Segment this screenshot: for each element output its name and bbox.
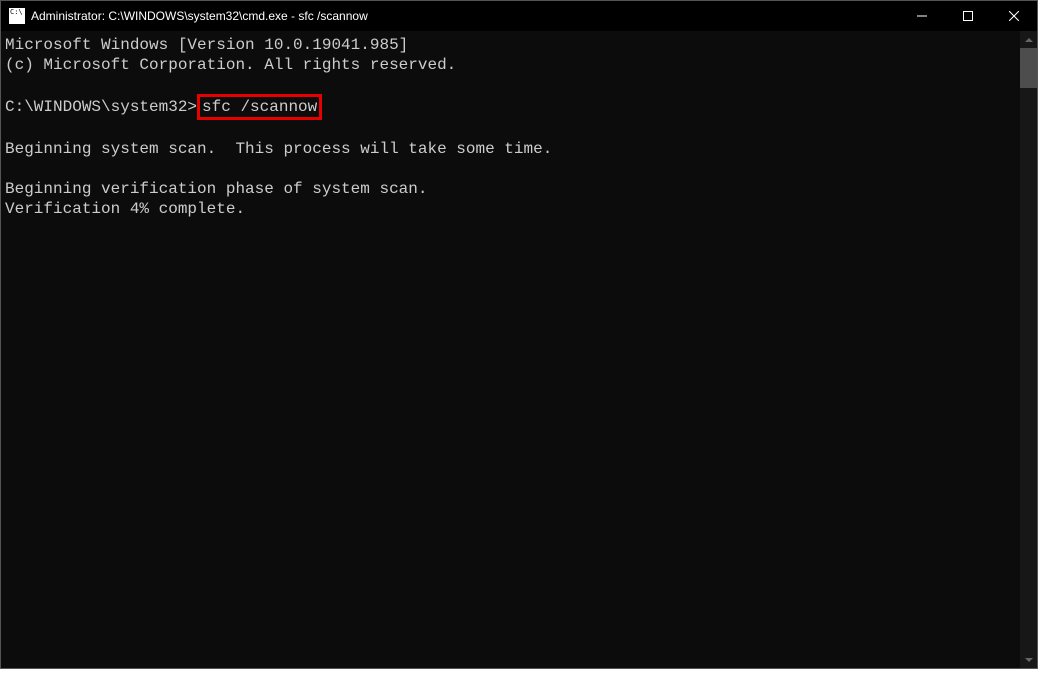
scroll-down-arrow-icon[interactable] — [1020, 651, 1037, 668]
blank-line — [5, 75, 1020, 95]
scan-begin-line: Beginning system scan. This process will… — [5, 139, 1020, 159]
scroll-up-arrow-icon[interactable] — [1020, 31, 1037, 48]
content-area: Microsoft Windows [Version 10.0.19041.98… — [1, 31, 1037, 668]
copyright-line: (c) Microsoft Corporation. All rights re… — [5, 55, 1020, 75]
prompt-line: C:\WINDOWS\system32> sfc /scannow — [5, 95, 1020, 119]
command-highlight: sfc /scannow — [197, 94, 322, 120]
progress-line: Verification 4% complete. — [5, 199, 1020, 219]
verify-begin-line: Beginning verification phase of system s… — [5, 179, 1020, 199]
cmd-icon — [9, 8, 25, 24]
vertical-scrollbar[interactable] — [1020, 31, 1037, 668]
window-title: Administrator: C:\WINDOWS\system32\cmd.e… — [31, 9, 899, 23]
terminal-output[interactable]: Microsoft Windows [Version 10.0.19041.98… — [1, 31, 1020, 668]
scroll-thumb[interactable] — [1020, 48, 1037, 88]
prompt-text: C:\WINDOWS\system32> — [5, 98, 197, 116]
titlebar[interactable]: Administrator: C:\WINDOWS\system32\cmd.e… — [1, 1, 1037, 31]
cmd-window: Administrator: C:\WINDOWS\system32\cmd.e… — [0, 0, 1038, 669]
blank-line — [5, 119, 1020, 139]
window-controls — [899, 1, 1037, 31]
close-button[interactable] — [991, 1, 1037, 31]
command-text: sfc /scannow — [202, 98, 317, 116]
version-line: Microsoft Windows [Version 10.0.19041.98… — [5, 35, 1020, 55]
minimize-button[interactable] — [899, 1, 945, 31]
blank-line — [5, 159, 1020, 179]
maximize-button[interactable] — [945, 1, 991, 31]
